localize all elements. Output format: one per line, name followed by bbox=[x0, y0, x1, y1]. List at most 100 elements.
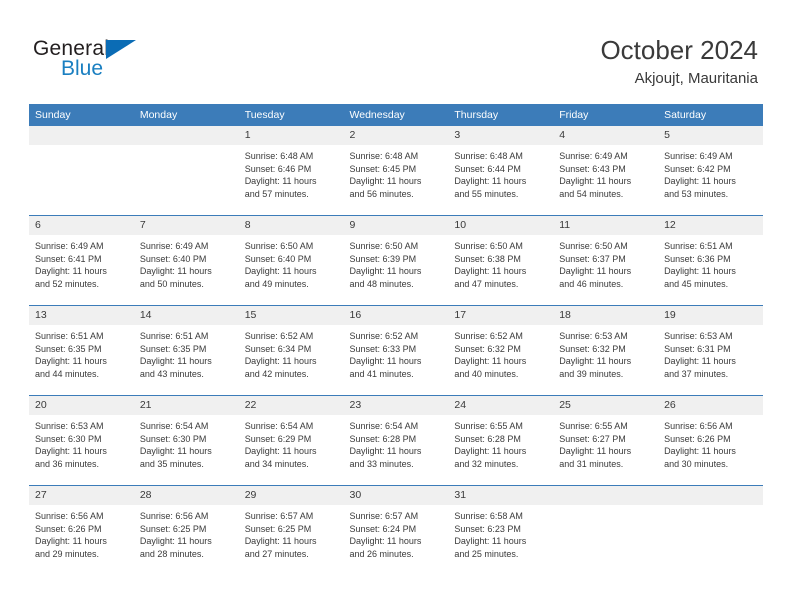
daylight-text-line1: Daylight: 11 hours bbox=[35, 446, 107, 457]
day-cell[interactable]: 13 Sunrise: 6:51 AM Sunset: 6:35 PM Dayl… bbox=[29, 305, 134, 396]
day-details: Sunrise: 6:55 AM Sunset: 6:27 PM Dayligh… bbox=[553, 415, 658, 470]
day-details: Sunrise: 6:53 AM Sunset: 6:32 PM Dayligh… bbox=[553, 325, 658, 380]
daylight-text-line2: and 29 minutes. bbox=[35, 548, 100, 559]
day-cell[interactable]: 17 Sunrise: 6:52 AM Sunset: 6:32 PM Dayl… bbox=[448, 305, 554, 396]
page-subtitle-location: Akjoujt, Mauritania bbox=[634, 70, 758, 87]
day-cell[interactable]: 5 Sunrise: 6:49 AM Sunset: 6:42 PM Dayli… bbox=[658, 126, 763, 216]
sunrise-text: Sunrise: 6:50 AM bbox=[244, 241, 314, 251]
day-cell[interactable]: 16 Sunrise: 6:52 AM Sunset: 6:33 PM Dayl… bbox=[343, 305, 449, 396]
day-cell[interactable]: 12 Sunrise: 6:51 AM Sunset: 6:36 PM Dayl… bbox=[658, 215, 763, 306]
sunrise-text: Sunrise: 6:53 AM bbox=[559, 331, 628, 341]
day-cell[interactable]: 29 Sunrise: 6:57 AM Sunset: 6:25 PM Dayl… bbox=[238, 485, 344, 575]
day-details: Sunrise: 6:49 AM Sunset: 6:42 PM Dayligh… bbox=[658, 145, 763, 200]
day-details: Sunrise: 6:49 AM Sunset: 6:40 PM Dayligh… bbox=[134, 235, 239, 290]
day-details: Sunrise: 6:50 AM Sunset: 6:37 PM Dayligh… bbox=[553, 235, 658, 290]
day-cell[interactable]: 21 Sunrise: 6:54 AM Sunset: 6:30 PM Dayl… bbox=[133, 395, 239, 486]
day-cell[interactable]: 18 Sunrise: 6:53 AM Sunset: 6:32 PM Dayl… bbox=[553, 305, 659, 396]
day-number: 7 bbox=[133, 216, 239, 235]
day-number bbox=[658, 486, 763, 505]
daylight-text-line1: Daylight: 11 hours bbox=[664, 176, 736, 187]
day-cell[interactable]: 2 Sunrise: 6:48 AM Sunset: 6:45 PM Dayli… bbox=[343, 126, 449, 216]
day-cell[interactable]: 3 Sunrise: 6:48 AM Sunset: 6:44 PM Dayli… bbox=[448, 126, 554, 216]
day-cell[interactable]: 8 Sunrise: 6:50 AM Sunset: 6:40 PM Dayli… bbox=[238, 215, 344, 306]
sunrise-text: Sunrise: 6:49 AM bbox=[35, 241, 104, 251]
daylight-text-line1: Daylight: 11 hours bbox=[35, 536, 107, 547]
sunrise-text: Sunrise: 6:50 AM bbox=[349, 241, 419, 251]
day-number: 16 bbox=[343, 306, 449, 325]
day-number: 25 bbox=[553, 396, 659, 415]
daylight-text-line1: Daylight: 11 hours bbox=[559, 356, 632, 367]
day-cell[interactable]: 7 Sunrise: 6:49 AM Sunset: 6:40 PM Dayli… bbox=[133, 215, 239, 306]
daylight-text-line1: Daylight: 11 hours bbox=[349, 536, 422, 547]
day-cell[interactable]: 30 Sunrise: 6:57 AM Sunset: 6:24 PM Dayl… bbox=[343, 485, 449, 575]
day-cell[interactable]: 9 Sunrise: 6:50 AM Sunset: 6:39 PM Dayli… bbox=[343, 215, 449, 306]
day-cell[interactable] bbox=[658, 485, 763, 575]
general-blue-logo[interactable]: General Blue bbox=[33, 38, 203, 88]
day-cell[interactable]: 28 Sunrise: 6:56 AM Sunset: 6:25 PM Dayl… bbox=[133, 485, 239, 575]
day-cell[interactable]: 6 Sunrise: 6:49 AM Sunset: 6:41 PM Dayli… bbox=[29, 215, 134, 306]
day-cell[interactable]: 4 Sunrise: 6:49 AM Sunset: 6:43 PM Dayli… bbox=[553, 126, 659, 216]
day-cell[interactable]: 1 Sunrise: 6:48 AM Sunset: 6:46 PM Dayli… bbox=[238, 126, 344, 216]
day-cell[interactable]: 22 Sunrise: 6:54 AM Sunset: 6:29 PM Dayl… bbox=[238, 395, 344, 486]
day-details: Sunrise: 6:48 AM Sunset: 6:45 PM Dayligh… bbox=[344, 145, 449, 200]
calendar-week-row: 6 Sunrise: 6:49 AM Sunset: 6:41 PM Dayli… bbox=[29, 215, 763, 306]
day-cell[interactable]: 27 Sunrise: 6:56 AM Sunset: 6:26 PM Dayl… bbox=[29, 485, 134, 575]
day-number: 10 bbox=[448, 216, 554, 235]
day-details bbox=[29, 145, 134, 150]
daylight-text-line1: Daylight: 11 hours bbox=[664, 446, 736, 457]
sunset-text: Sunset: 6:39 PM bbox=[349, 253, 417, 264]
daylight-text-line1: Daylight: 11 hours bbox=[559, 446, 632, 457]
day-cell[interactable]: 11 Sunrise: 6:50 AM Sunset: 6:37 PM Dayl… bbox=[553, 215, 659, 306]
daylight-text-line1: Daylight: 11 hours bbox=[454, 266, 527, 277]
sunrise-text: Sunrise: 6:52 AM bbox=[244, 331, 314, 341]
sunset-text: Sunset: 6:35 PM bbox=[139, 343, 207, 354]
sunset-text: Sunset: 6:29 PM bbox=[244, 433, 312, 444]
day-details: Sunrise: 6:57 AM Sunset: 6:25 PM Dayligh… bbox=[239, 505, 344, 560]
sunset-text: Sunset: 6:46 PM bbox=[244, 163, 312, 174]
day-number: 20 bbox=[29, 396, 134, 415]
weekday-header-monday: Monday bbox=[133, 104, 239, 126]
day-cell[interactable]: 23 Sunrise: 6:54 AM Sunset: 6:28 PM Dayl… bbox=[343, 395, 449, 486]
day-cell[interactable] bbox=[29, 126, 134, 216]
day-number: 11 bbox=[553, 216, 659, 235]
day-cell[interactable]: 26 Sunrise: 6:56 AM Sunset: 6:26 PM Dayl… bbox=[658, 395, 763, 486]
daylight-text-line1: Daylight: 11 hours bbox=[349, 446, 422, 457]
sunset-text: Sunset: 6:35 PM bbox=[35, 343, 102, 354]
daylight-text-line1: Daylight: 11 hours bbox=[139, 536, 212, 547]
sunset-text: Sunset: 6:24 PM bbox=[349, 523, 417, 534]
daylight-text-line1: Daylight: 11 hours bbox=[244, 356, 317, 367]
day-cell[interactable]: 19 Sunrise: 6:53 AM Sunset: 6:31 PM Dayl… bbox=[658, 305, 763, 396]
page-title: October 2024 bbox=[600, 35, 758, 65]
daylight-text-line2: and 48 minutes. bbox=[349, 278, 414, 289]
day-number: 18 bbox=[553, 306, 659, 325]
day-cell[interactable] bbox=[553, 485, 659, 575]
day-cell[interactable]: 15 Sunrise: 6:52 AM Sunset: 6:34 PM Dayl… bbox=[238, 305, 344, 396]
day-details: Sunrise: 6:56 AM Sunset: 6:26 PM Dayligh… bbox=[29, 505, 134, 560]
daylight-text-line2: and 45 minutes. bbox=[664, 278, 729, 289]
day-number: 31 bbox=[448, 486, 554, 505]
day-number: 30 bbox=[343, 486, 449, 505]
daylight-text-line1: Daylight: 11 hours bbox=[244, 266, 317, 277]
sunset-text: Sunset: 6:44 PM bbox=[454, 163, 521, 174]
daylight-text-line1: Daylight: 11 hours bbox=[244, 446, 317, 457]
day-cell[interactable]: 24 Sunrise: 6:55 AM Sunset: 6:28 PM Dayl… bbox=[448, 395, 554, 486]
day-cell[interactable]: 20 Sunrise: 6:53 AM Sunset: 6:30 PM Dayl… bbox=[29, 395, 134, 486]
day-details: Sunrise: 6:56 AM Sunset: 6:25 PM Dayligh… bbox=[134, 505, 239, 560]
daylight-text-line2: and 36 minutes. bbox=[35, 458, 100, 469]
day-cell[interactable]: 31 Sunrise: 6:58 AM Sunset: 6:23 PM Dayl… bbox=[448, 485, 554, 575]
day-number: 21 bbox=[133, 396, 239, 415]
day-details: Sunrise: 6:52 AM Sunset: 6:34 PM Dayligh… bbox=[239, 325, 344, 380]
day-cell[interactable]: 25 Sunrise: 6:55 AM Sunset: 6:27 PM Dayl… bbox=[553, 395, 659, 486]
day-cell[interactable]: 10 Sunrise: 6:50 AM Sunset: 6:38 PM Dayl… bbox=[448, 215, 554, 306]
day-cell[interactable] bbox=[133, 126, 239, 216]
sunset-text: Sunset: 6:38 PM bbox=[454, 253, 521, 264]
day-number: 22 bbox=[238, 396, 344, 415]
sunrise-text: Sunrise: 6:56 AM bbox=[664, 421, 733, 431]
sunset-text: Sunset: 6:26 PM bbox=[35, 523, 102, 534]
day-cell[interactable]: 14 Sunrise: 6:51 AM Sunset: 6:35 PM Dayl… bbox=[133, 305, 239, 396]
daylight-text-line2: and 50 minutes. bbox=[139, 278, 204, 289]
daylight-text-line2: and 41 minutes. bbox=[349, 368, 414, 379]
daylight-text-line2: and 37 minutes. bbox=[664, 368, 729, 379]
daylight-text-line2: and 40 minutes. bbox=[454, 368, 519, 379]
sunset-text: Sunset: 6:25 PM bbox=[244, 523, 312, 534]
